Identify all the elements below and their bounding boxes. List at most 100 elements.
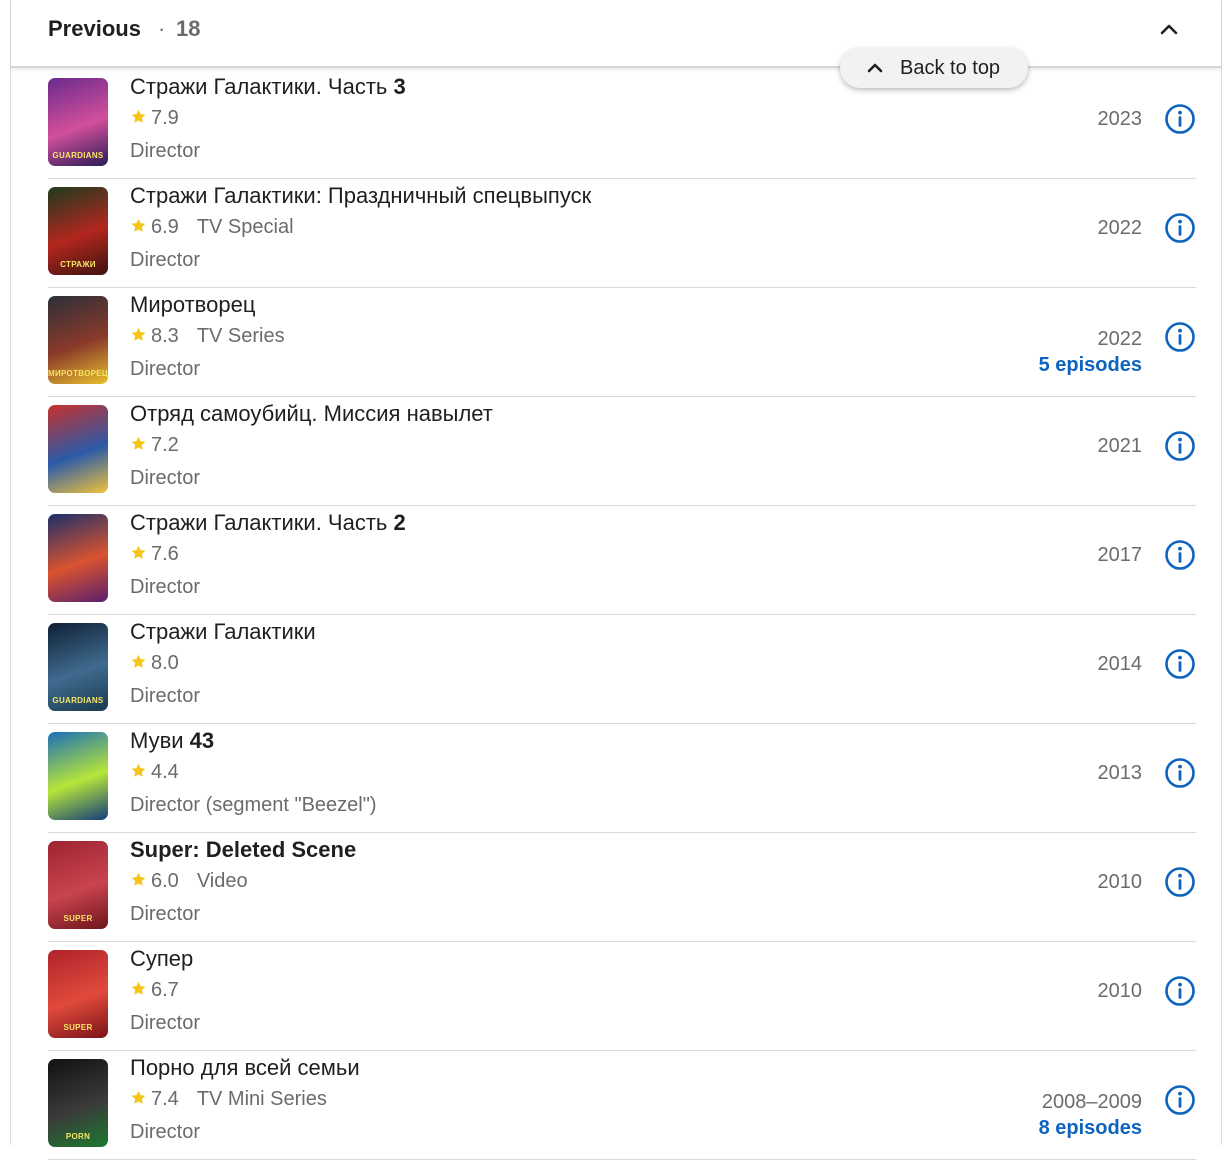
previous-section-panel: Previous · 18 GUARDIANS Стражи Галактики.… xyxy=(10,0,1222,1160)
credit-title[interactable]: Супер xyxy=(130,946,193,972)
rating-line: 7.4 TV Mini Series xyxy=(130,1088,327,1111)
credit-row[interactable]: Муви 43 4.4 Director (segment "Beezel") 201… xyxy=(48,724,1196,833)
rating-value: 8.0 xyxy=(151,652,179,674)
rating-line: 7.9 xyxy=(130,107,179,130)
credit-year: 2013 xyxy=(1097,762,1143,784)
star-icon xyxy=(130,871,147,888)
credit-row[interactable]: PORN Порно для всей семьи 7.4 TV Mini Serie… xyxy=(48,1051,1196,1160)
section-header[interactable]: Previous · 18 xyxy=(11,0,1221,68)
poster-caption: СТРАЖИ xyxy=(60,260,96,269)
title-bold-text: 43 xyxy=(189,728,215,753)
poster-image[interactable] xyxy=(48,732,108,820)
credit-title[interactable]: Муви 43 xyxy=(130,728,214,754)
poster-image[interactable] xyxy=(48,514,108,602)
credit-year: 2014 xyxy=(1097,653,1143,675)
chevron-up-icon xyxy=(866,59,884,77)
poster-image[interactable]: SUPER xyxy=(48,950,108,1038)
title-type: Video xyxy=(196,870,248,892)
poster-caption: GUARDIANS xyxy=(52,696,104,705)
credit-title[interactable]: Миротворец xyxy=(130,292,255,318)
credit-role: Director xyxy=(130,1012,201,1034)
rating-value: 7.4 xyxy=(151,1088,179,1110)
title-text: Отряд самоубийц. Миссия навылет xyxy=(130,401,493,426)
credit-title[interactable]: Отряд самоубийц. Миссия навылет xyxy=(130,401,493,427)
episodes-link[interactable]: 5 episodes xyxy=(1039,354,1142,377)
star-icon xyxy=(130,108,147,125)
credit-title[interactable]: Порно для всей семьи xyxy=(130,1055,360,1081)
credit-role: Director xyxy=(130,1121,201,1143)
star-icon xyxy=(130,980,147,997)
info-icon[interactable] xyxy=(1164,866,1196,898)
credit-row[interactable]: МИРОТВОРЕЦ Миротворец 8.3 TV Series Director… xyxy=(48,288,1196,397)
poster-caption: PORN xyxy=(65,1132,91,1141)
star-icon xyxy=(130,435,147,452)
info-icon[interactable] xyxy=(1164,430,1196,462)
credit-row[interactable]: GUARDIANS Стражи Галактики 8.0 Director 2014 xyxy=(48,615,1196,724)
star-icon xyxy=(130,1089,147,1106)
credit-title[interactable]: Стражи Галактики. Часть 2 xyxy=(130,510,406,536)
credit-title[interactable]: Стражи Галактики: Праздничный спецвыпуск xyxy=(130,183,591,209)
credit-year: 2022 xyxy=(1097,328,1143,350)
poster-image[interactable]: GUARDIANS xyxy=(48,78,108,166)
star-icon xyxy=(130,544,147,561)
credit-row[interactable]: SUPER Супер 6.7 Director 2010 xyxy=(48,942,1196,1051)
credit-row[interactable]: Стражи Галактики. Часть 2 7.6 Director 2017 xyxy=(48,506,1196,615)
rating-line: 4.4 xyxy=(130,761,179,784)
credits-list: GUARDIANS Стражи Галактики. Часть 3 7.9 Dir… xyxy=(48,70,1196,1160)
title-bold-text: Super: Deleted Scene xyxy=(130,837,357,862)
star-icon xyxy=(130,762,147,779)
poster-caption: SUPER xyxy=(63,914,93,923)
section-title: Previous xyxy=(48,16,141,41)
poster-image[interactable] xyxy=(48,405,108,493)
title-bold-text: 2 xyxy=(393,510,406,535)
credit-role: Director xyxy=(130,576,201,598)
credit-year: 2008–2009 xyxy=(1041,1091,1142,1113)
info-icon[interactable] xyxy=(1164,1084,1196,1116)
poster-image[interactable]: PORN xyxy=(48,1059,108,1147)
poster-image[interactable]: SUPER xyxy=(48,841,108,929)
credit-row[interactable]: GUARDIANS Стражи Галактики. Часть 3 7.9 Dir… xyxy=(48,70,1196,179)
rating-line: 6.9 TV Special xyxy=(130,216,294,239)
section-count: 18 xyxy=(176,16,201,41)
rating-value: 6.0 xyxy=(151,870,179,892)
credit-row[interactable]: СТРАЖИ Стражи Галактики: Праздничный спец… xyxy=(48,179,1196,288)
title-text: Порно для всей семьи xyxy=(130,1055,360,1080)
episodes-link[interactable]: 8 episodes xyxy=(1039,1117,1142,1140)
star-icon xyxy=(130,217,147,234)
credit-role: Director xyxy=(130,140,201,162)
title-text: Муви xyxy=(130,728,190,753)
title-text: Супер xyxy=(130,946,194,971)
rating-value: 6.7 xyxy=(151,979,179,1001)
rating-line: 8.0 xyxy=(130,652,179,675)
credit-role: Director xyxy=(130,358,201,380)
title-bold-text: 3 xyxy=(393,74,406,99)
star-icon xyxy=(130,653,147,670)
rating-line: 7.2 xyxy=(130,434,179,457)
poster-image[interactable]: СТРАЖИ xyxy=(48,187,108,275)
title-type: TV Series xyxy=(196,325,285,347)
rating-value: 7.2 xyxy=(151,434,179,456)
credit-role: Director xyxy=(130,467,201,489)
info-icon[interactable] xyxy=(1164,212,1196,244)
poster-image[interactable]: GUARDIANS xyxy=(48,623,108,711)
star-icon xyxy=(130,326,147,343)
poster-caption: GUARDIANS xyxy=(52,151,104,160)
credit-row[interactable]: Отряд самоубийц. Миссия навылет 7.2 Direct… xyxy=(48,397,1196,506)
poster-image[interactable]: МИРОТВОРЕЦ xyxy=(48,296,108,384)
rating-value: 6.9 xyxy=(151,216,179,238)
rating-value: 8.3 xyxy=(151,325,179,347)
chevron-up-icon[interactable] xyxy=(1155,16,1183,44)
info-icon[interactable] xyxy=(1164,321,1196,353)
credit-year: 2023 xyxy=(1097,108,1143,130)
info-icon[interactable] xyxy=(1164,539,1196,571)
back-to-top-button[interactable]: Back to top xyxy=(840,48,1028,88)
credit-row[interactable]: SUPER Super: Deleted Scene 6.0 Video Directo… xyxy=(48,833,1196,942)
info-icon[interactable] xyxy=(1164,757,1196,789)
rating-value: 7.9 xyxy=(151,107,179,129)
info-icon[interactable] xyxy=(1164,648,1196,680)
info-icon[interactable] xyxy=(1164,975,1196,1007)
credit-title[interactable]: Стражи Галактики. Часть 3 xyxy=(130,74,406,100)
credit-title[interactable]: Стражи Галактики xyxy=(130,619,316,645)
credit-title[interactable]: Super: Deleted Scene xyxy=(130,837,356,863)
info-icon[interactable] xyxy=(1164,103,1196,135)
